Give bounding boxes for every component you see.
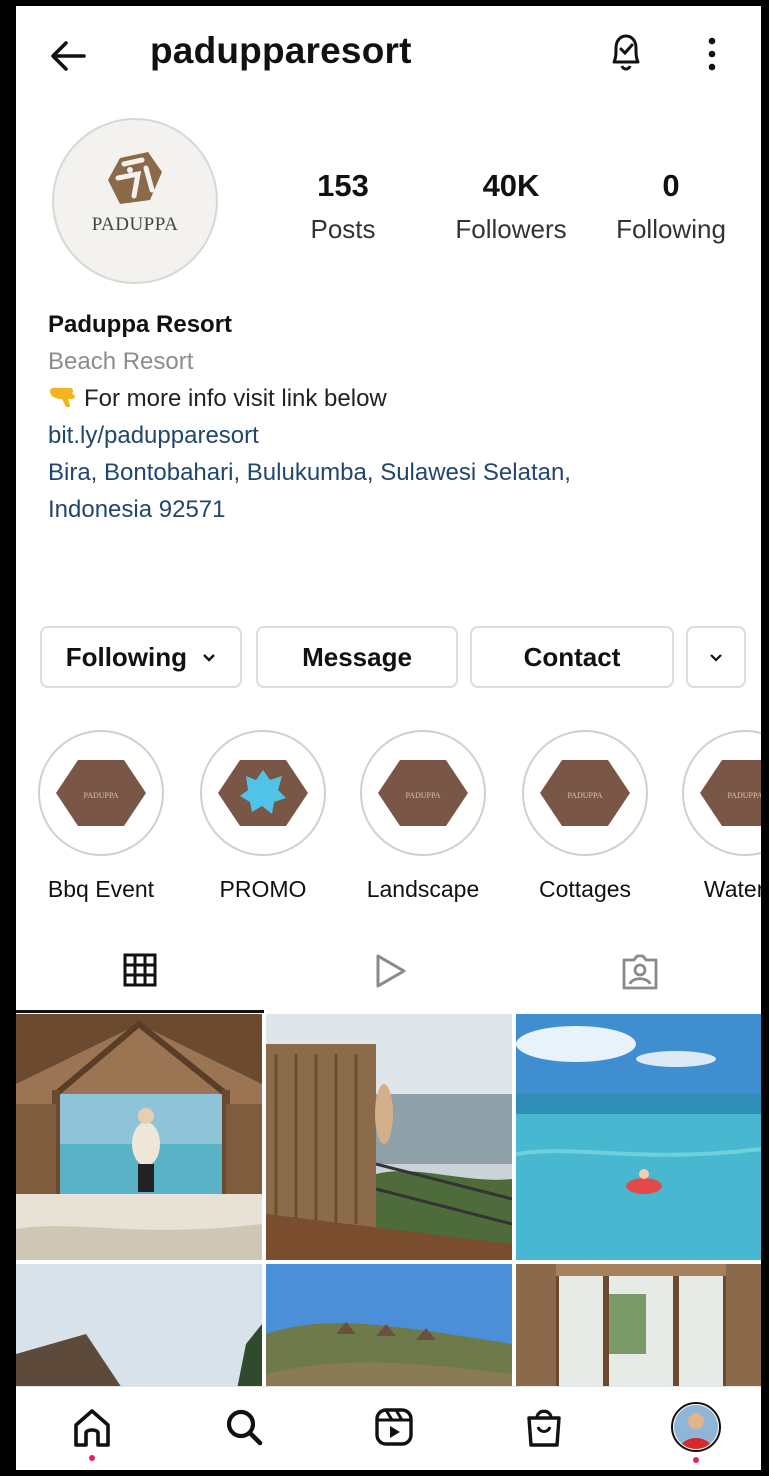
profile-bio: Paduppa Resort Beach Resort For more inf… <box>48 306 748 528</box>
tab-tagged[interactable] <box>512 930 760 1012</box>
message-button-label: Message <box>302 642 412 672</box>
bottom-navigation <box>16 1386 761 1470</box>
posts-count: 153 <box>317 168 369 203</box>
content-tabs <box>16 930 761 1013</box>
highlight-cover: PADUPPA <box>38 730 164 856</box>
highlight-cover <box>200 730 326 856</box>
tagged-person-icon <box>622 954 658 990</box>
sea-floatie-photo <box>516 1014 761 1260</box>
post-thumbnail[interactable] <box>16 1264 262 1402</box>
highlight-label: Bbq Event <box>47 876 155 902</box>
roof-sky-photo <box>16 1264 262 1402</box>
home-icon <box>74 1409 110 1447</box>
nav-reels[interactable] <box>368 1401 420 1453</box>
balcony-sea-photo <box>266 1014 512 1260</box>
chevron-down-icon <box>710 654 722 662</box>
top-bar: padupparesort <box>16 6 761 102</box>
address-line-2[interactable]: Indonesia 92571 <box>48 491 748 528</box>
tab-posts-grid[interactable] <box>16 930 264 1013</box>
story-highlight[interactable]: PADUPPA Bbq Event <box>36 730 166 903</box>
following-button-label: Following <box>65 642 188 672</box>
hexagon-logo-icon: PADUPPA <box>540 760 630 826</box>
hexagon-logo-icon: PADUPPA <box>56 760 146 826</box>
nav-search[interactable] <box>218 1401 270 1453</box>
room-window-photo <box>516 1264 761 1402</box>
highlight-label: PROMO <box>219 876 307 902</box>
highlight-cover: PADUPPA <box>682 730 763 856</box>
profile-display-name: Paduppa Resort <box>48 311 233 338</box>
bio-info-text: For more info visit link below <box>84 385 387 412</box>
back-arrow-icon[interactable] <box>44 32 92 80</box>
post-thumbnail[interactable] <box>516 1264 761 1402</box>
tab-reels[interactable] <box>264 930 512 1012</box>
grid-icon <box>123 953 157 987</box>
profile-avatar-icon <box>671 1402 721 1452</box>
search-icon <box>226 1409 263 1446</box>
message-button[interactable]: Message <box>256 626 458 688</box>
followers-label: Followers <box>455 214 567 244</box>
play-icon <box>376 954 406 988</box>
story-highlight[interactable]: PROMO <box>198 730 328 903</box>
nav-shop[interactable] <box>518 1401 570 1453</box>
svg-text:PADUPPA: PADUPPA <box>406 791 441 800</box>
phone-frame: padupparesort PADUPPA 153 Posts 40K Foll… <box>0 0 769 1476</box>
reels-icon <box>375 1408 413 1446</box>
website-link[interactable]: bit.ly/padupparesort <box>48 417 748 454</box>
profile-username: padupparesort <box>150 30 412 71</box>
svg-text:PADUPPA: PADUPPA <box>84 791 119 800</box>
paduppa-logo-icon <box>108 152 162 204</box>
notification-dot <box>693 1457 699 1463</box>
suggested-accounts-button[interactable] <box>686 626 746 688</box>
post-thumbnail[interactable] <box>16 1014 262 1260</box>
hexagon-logo-icon: PADUPPA <box>700 760 763 826</box>
highlight-label: Landscape <box>366 876 480 902</box>
highlight-cover: PADUPPA <box>522 730 648 856</box>
profile-screen: padupparesort PADUPPA 153 Posts 40K Foll… <box>16 6 761 1470</box>
notification-dot <box>89 1455 95 1461</box>
promo-hexagon-icon <box>218 760 308 826</box>
chevron-down-icon <box>203 654 216 662</box>
avatar-brand-text: PADUPPA <box>91 214 179 235</box>
svg-text:PADUPPA: PADUPPA <box>568 791 603 800</box>
post-thumbnail[interactable] <box>516 1014 761 1260</box>
nav-profile[interactable] <box>670 1401 722 1463</box>
pointing-down-emoji-icon <box>50 387 75 408</box>
story-highlight[interactable]: PADUPPA Water S <box>680 730 765 903</box>
contact-button-label: Contact <box>523 642 621 672</box>
profile-category: Beach Resort <box>48 348 194 375</box>
following-count: 0 <box>662 168 680 203</box>
post-thumbnail[interactable] <box>266 1014 512 1260</box>
following-stat[interactable]: 0 Following <box>596 168 746 245</box>
highlight-label: Water S <box>703 876 765 902</box>
following-button[interactable]: Following <box>40 626 242 688</box>
post-thumbnail[interactable] <box>266 1264 512 1402</box>
notification-bell-icon[interactable] <box>606 30 646 74</box>
highlight-label: Cottages <box>538 876 632 902</box>
cottage-view-photo <box>16 1014 262 1260</box>
svg-text:PADUPPA: PADUPPA <box>728 791 763 800</box>
story-highlight[interactable]: PADUPPA Landscape <box>358 730 488 903</box>
address-line-1[interactable]: Bira, Bontobahari, Bulukumba, Sulawesi S… <box>48 454 748 491</box>
story-highlight[interactable]: PADUPPA Cottages <box>520 730 650 903</box>
posts-grid <box>16 1014 761 1402</box>
posts-stat[interactable]: 153 Posts <box>278 168 408 245</box>
hillside-cottages-photo <box>266 1264 512 1402</box>
following-label: Following <box>616 214 726 244</box>
contact-button[interactable]: Contact <box>470 626 674 688</box>
more-options-icon[interactable] <box>700 32 724 76</box>
active-tab-indicator <box>16 1010 264 1013</box>
posts-label: Posts <box>310 214 376 244</box>
profile-avatar[interactable]: PADUPPA <box>52 118 218 284</box>
followers-count: 40K <box>482 168 540 203</box>
bio-text-line: For more info visit link below <box>48 380 748 417</box>
nav-home[interactable] <box>66 1401 118 1461</box>
highlight-cover: PADUPPA <box>360 730 486 856</box>
hexagon-logo-icon: PADUPPA <box>378 760 468 826</box>
followers-stat[interactable]: 40K Followers <box>426 168 596 245</box>
shop-bag-icon <box>527 1409 561 1447</box>
